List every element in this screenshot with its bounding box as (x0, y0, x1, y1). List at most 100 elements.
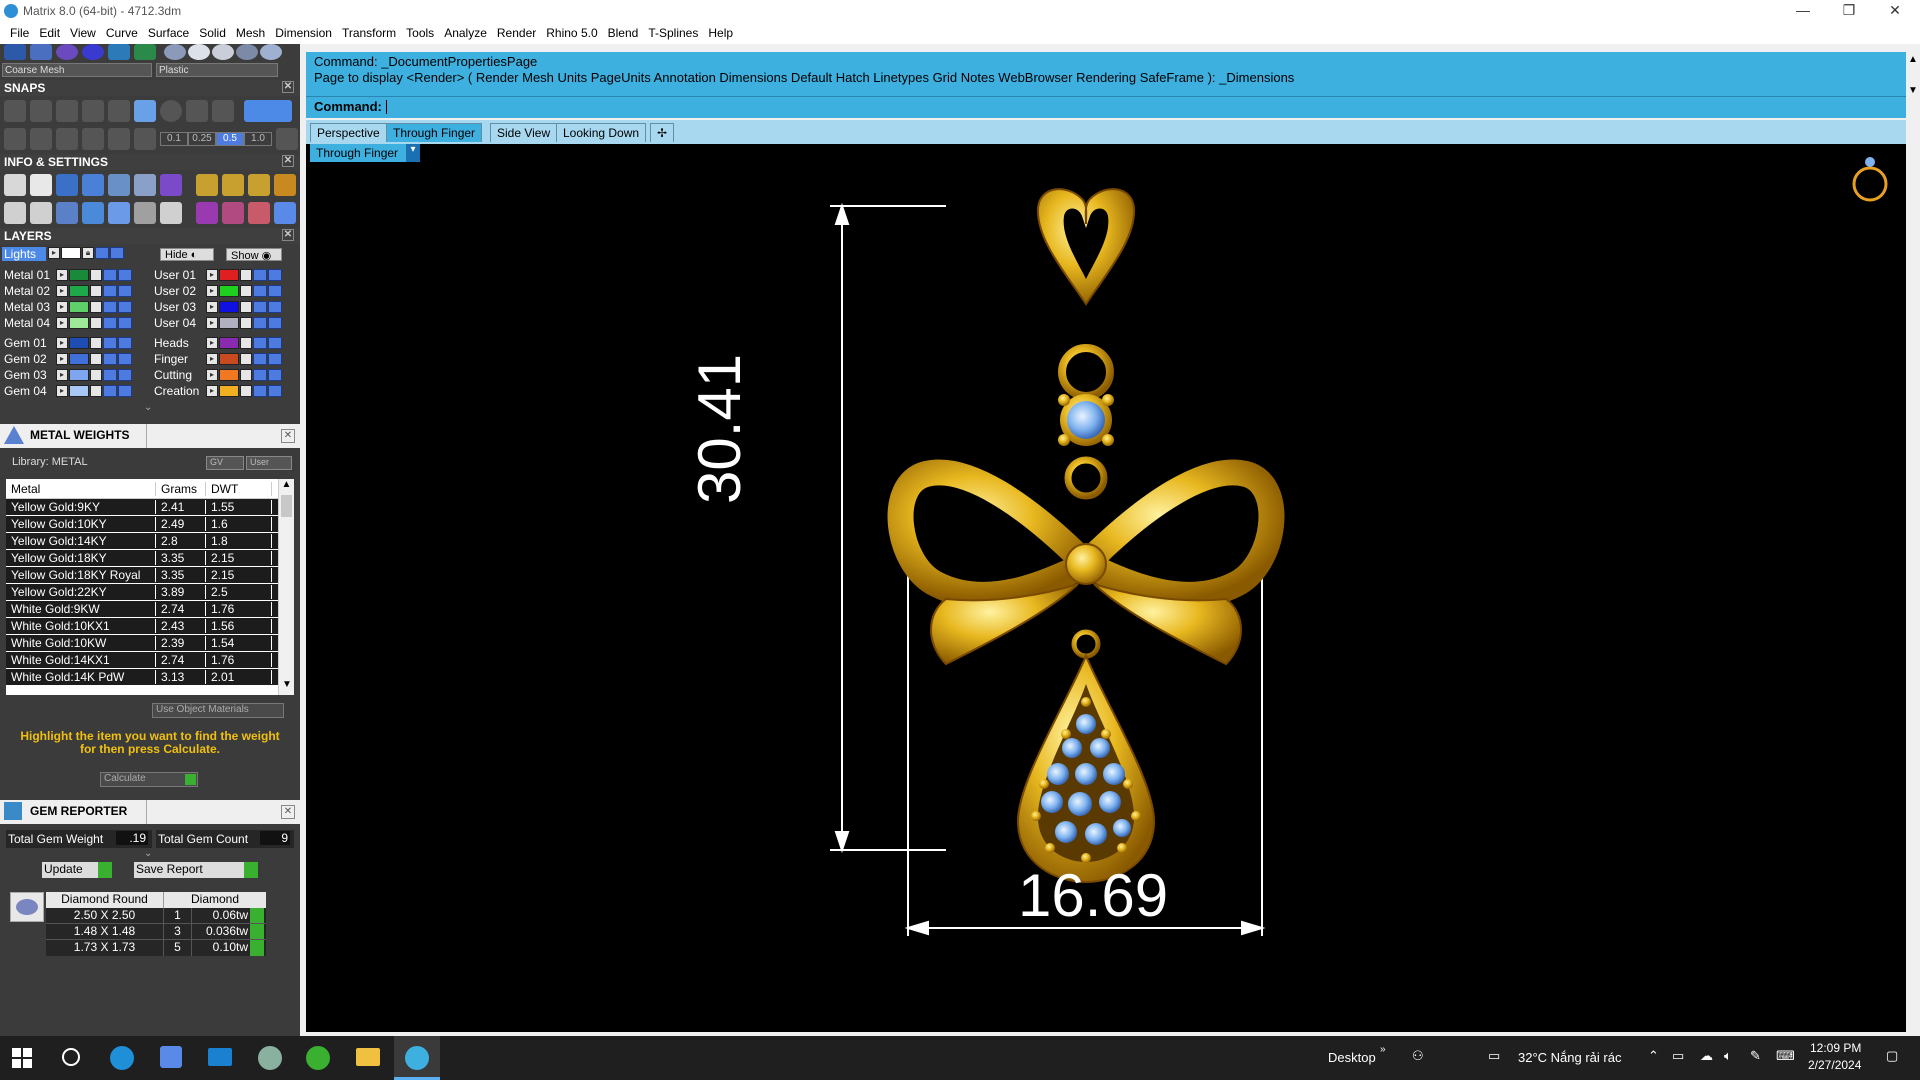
expand-icon[interactable]: ▸ (56, 336, 68, 349)
visible-toggle[interactable] (253, 284, 267, 297)
render-toggle[interactable] (118, 352, 132, 365)
scroll-down-icon[interactable]: ▼ (1906, 85, 1920, 96)
gem-icon[interactable] (160, 174, 182, 196)
weather-icon[interactable]: ▭ (1488, 1048, 1500, 1064)
move-icon[interactable] (30, 128, 52, 150)
matte-sphere-icon[interactable] (260, 44, 282, 60)
render-toggle[interactable] (268, 368, 282, 381)
folder-icon[interactable] (356, 1048, 380, 1066)
expand-icon[interactable]: ▸ (56, 352, 68, 365)
gem-row-arrow-icon[interactable] (250, 924, 264, 939)
report-icon[interactable] (274, 174, 296, 196)
table-row[interactable]: Yellow Gold:9KY 2.41 1.55 (6, 499, 294, 516)
layer-color[interactable] (69, 352, 89, 365)
render-toggle[interactable] (118, 384, 132, 397)
info-close-icon[interactable]: ✕ (282, 155, 294, 167)
snaps-close-icon[interactable]: ✕ (282, 81, 294, 93)
snap-value-0.1[interactable]: 0.1 (160, 132, 188, 146)
metal-icon[interactable] (196, 174, 218, 196)
layer-user-04[interactable]: User 04 ▸ (154, 315, 283, 330)
dark-sphere-icon[interactable] (236, 44, 258, 60)
people-icon[interactable]: ⚇ (1412, 1048, 1424, 1064)
lights-swatch[interactable] (61, 247, 81, 259)
expand-icon[interactable]: ▸ (206, 316, 218, 329)
gem-row[interactable]: 2.50 X 2.50 1 0.06tw (46, 908, 266, 924)
lights-expand-icon[interactable]: ▸ (48, 247, 60, 259)
gem-collapse-icon[interactable]: ⌄ (144, 848, 152, 859)
edit-icon[interactable] (134, 174, 156, 196)
expand-icon[interactable]: ▸ (56, 268, 68, 281)
snap-value-1.0[interactable]: 1.0 (244, 132, 272, 146)
menu-edit[interactable]: Edit (35, 26, 66, 40)
table-row[interactable]: White Gold:14KX1 2.74 1.76 (6, 652, 294, 669)
render-toggle[interactable] (118, 268, 132, 281)
column-header-dwt[interactable]: DWT (206, 481, 272, 496)
lock-icon[interactable] (90, 352, 102, 365)
cylinder-icon[interactable] (82, 202, 104, 224)
render-toggle[interactable] (118, 284, 132, 297)
visible-toggle[interactable] (253, 300, 267, 313)
lock-icon[interactable] (90, 268, 102, 281)
weather-text[interactable]: 32°C Nắng rải rác (1518, 1050, 1621, 1065)
visible-toggle[interactable] (103, 300, 117, 313)
gem-row[interactable]: 1.73 X 1.73 5 0.10tw (46, 940, 266, 956)
maximize-button[interactable]: ❐ (1826, 0, 1872, 22)
expand-icon[interactable]: ▸ (56, 284, 68, 297)
layers-close-icon[interactable]: ✕ (282, 229, 294, 241)
search-icon[interactable] (62, 1048, 80, 1066)
table-row[interactable]: Yellow Gold:18KY 3.35 2.15 (6, 550, 294, 567)
layer-user-01[interactable]: User 01 ▸ (154, 267, 283, 282)
layer-metal-01[interactable]: Metal 01 ▸ (4, 267, 133, 282)
lights-render[interactable] (110, 247, 124, 259)
layer-metal-04[interactable]: Metal 04 ▸ (4, 315, 133, 330)
layer-gem-03[interactable]: Gem 03 ▸ (4, 367, 133, 382)
render-icon[interactable] (4, 44, 26, 60)
tab-perspective[interactable]: Perspective (310, 123, 387, 142)
lock-icon[interactable] (90, 384, 102, 397)
layer-color[interactable] (219, 284, 239, 297)
layer-color[interactable] (69, 384, 89, 397)
add-tab-icon[interactable]: ✢ (650, 123, 675, 142)
gem-close-icon[interactable]: ✕ (281, 805, 295, 819)
metal-table-scrollbar[interactable]: ▲ ▼ (278, 479, 294, 695)
expand-icon[interactable]: ▸ (206, 268, 218, 281)
layer-color[interactable] (69, 300, 89, 313)
matrix-taskbar-button[interactable] (394, 1036, 440, 1080)
visible-toggle[interactable] (253, 336, 267, 349)
expand-icon[interactable]: ▸ (56, 316, 68, 329)
render-toggle[interactable] (268, 336, 282, 349)
scroll-thumb[interactable] (281, 495, 292, 517)
pen-tray-icon[interactable]: ✎ (1750, 1048, 1761, 1064)
menu-curve[interactable]: Curve (102, 26, 144, 40)
layer-metal-03[interactable]: Metal 03 ▸ (4, 299, 133, 314)
user-toggle[interactable]: User (246, 456, 292, 470)
render-toggle[interactable] (118, 336, 132, 349)
visible-toggle[interactable] (103, 384, 117, 397)
snap-grid-icon[interactable] (4, 100, 26, 122)
visible-toggle[interactable] (103, 284, 117, 297)
material-select[interactable]: Plastic (156, 63, 278, 77)
lock-icon[interactable] (90, 336, 102, 349)
close-button[interactable]: ✕ (1872, 0, 1918, 22)
render-set-icon[interactable] (196, 202, 218, 224)
layer-color[interactable] (219, 352, 239, 365)
edge-icon[interactable] (110, 1046, 134, 1070)
snap-perp-icon[interactable] (108, 100, 130, 122)
document-icon[interactable] (108, 174, 130, 196)
visible-toggle[interactable] (103, 316, 117, 329)
layer-finger[interactable]: Finger ▸ (154, 351, 283, 366)
render-toggle[interactable] (268, 384, 282, 397)
tab-looking-down[interactable]: Looking Down (556, 123, 647, 142)
tab-through-finger[interactable]: Through Finger (386, 123, 483, 142)
hide-button[interactable]: Hide ◐ (160, 248, 214, 261)
menu-solid[interactable]: Solid (195, 26, 232, 40)
lock-icon[interactable] (240, 300, 252, 313)
diamond-icon[interactable] (108, 128, 130, 150)
clock-time[interactable]: 12:09 PM (1810, 1041, 1861, 1055)
view-icon[interactable] (108, 44, 130, 60)
expand-icon[interactable]: ▸ (206, 284, 218, 297)
lights-lock-icon[interactable]: 🔒︎ (82, 247, 94, 259)
render-toggle[interactable] (268, 300, 282, 313)
menu-help[interactable]: Help (704, 26, 739, 40)
table-row[interactable]: White Gold:14K PdW 3.13 2.01 (6, 669, 294, 686)
